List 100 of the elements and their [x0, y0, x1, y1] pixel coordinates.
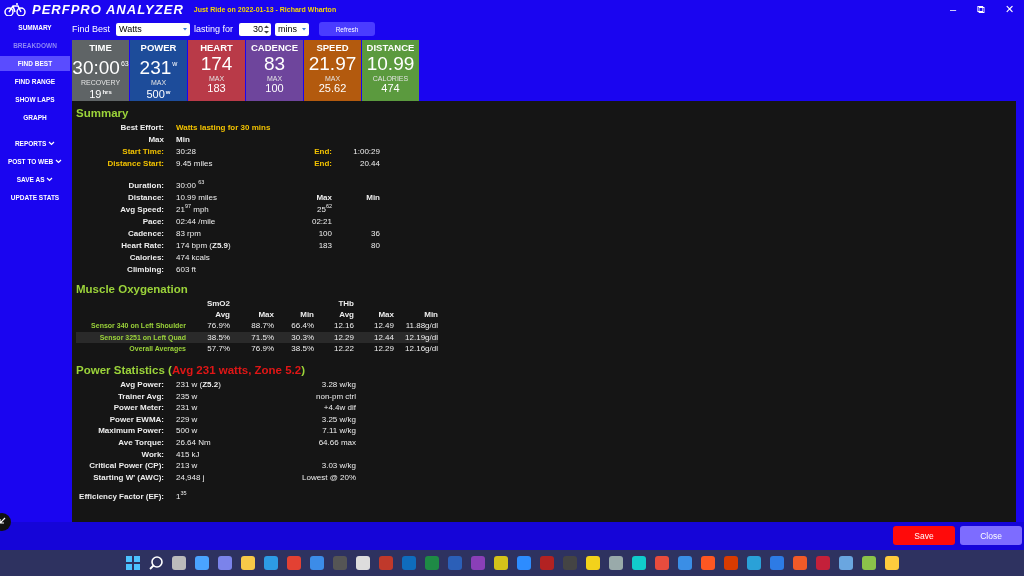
app-icon — [515, 555, 532, 571]
tile-value: 21.97 — [308, 53, 357, 74]
save-button[interactable]: Save — [893, 526, 955, 545]
row-value: Lowest @ 20% — [301, 471, 356, 484]
row-value: 25$^{62}$ — [315, 204, 332, 216]
section-title: Power Statistics (Avg 231 watts, Zone 5.2) — [76, 364, 307, 376]
column-header: Min — [365, 192, 380, 204]
row-label: Power EWMA: — [108, 413, 165, 426]
row-value: 415 kJ — [176, 448, 201, 461]
app-icon — [584, 555, 601, 571]
app-icon — [400, 555, 417, 571]
app-icon — [630, 555, 647, 571]
tile-title: CADENCE — [251, 42, 298, 53]
dropdown-caret-icon — [182, 26, 189, 32]
row-label: Climbing: — [126, 264, 165, 276]
row-value: 36 — [370, 228, 380, 240]
table-cell-text: 76.9% — [206, 320, 230, 332]
tile-sub-value: 474 — [381, 82, 400, 94]
tile-value: 231$^{w}$ — [139, 56, 178, 78]
row-value: 83 rpm — [176, 228, 202, 240]
tile-sub-value: 25.62 — [318, 82, 347, 94]
row-label: Avg Power: — [119, 379, 165, 391]
row-label: Best Effort: — [119, 122, 165, 134]
effort-description: Watts lasting for 30 mins — [176, 122, 272, 134]
app-icon — [745, 555, 762, 571]
table-cell: 12.29 — [314, 331, 354, 343]
row-value: +4.4w dif — [322, 402, 356, 414]
app-icon — [377, 555, 394, 571]
column-group-header: SmO2 — [205, 298, 230, 310]
table-cell: 71.5% — [230, 331, 274, 343]
app-icon — [423, 555, 440, 571]
row-label: Distance Start: — [106, 158, 165, 170]
app-icon — [308, 555, 325, 571]
table-cell-text: 12.29 — [372, 342, 394, 354]
row-value: 183 — [317, 240, 332, 252]
table-cell-text: 76.9% — [250, 342, 274, 354]
unit-dropdown[interactable]: mins — [275, 22, 310, 36]
row-value: 80 — [370, 240, 380, 252]
row-label: Starting W' (AWC): — [92, 471, 165, 484]
row-label: Power Meter: — [112, 402, 165, 414]
section-title: Muscle Oxygenation — [76, 283, 189, 295]
row-value: 26.64 Nm — [176, 437, 212, 449]
close-button[interactable]: ✕ — [998, 2, 1020, 16]
row-label: End: — [313, 158, 332, 170]
table-cell: 30.3% — [274, 331, 314, 343]
table-cell-text: 11.88g/dl — [404, 320, 438, 332]
duration-label: lasting for — [194, 24, 234, 34]
app-icon — [170, 555, 187, 571]
row-label: Calories: — [128, 252, 165, 264]
row-value: 9.45 miles — [176, 158, 214, 170]
row-label: End: — [313, 146, 332, 158]
row-value: 474 kcals — [176, 252, 211, 264]
start-icon — [124, 555, 141, 571]
row-value: 3.03 w/kg — [320, 460, 356, 472]
tile-title: SPEED — [316, 42, 349, 53]
row-value: 1$^{35}$ — [176, 491, 188, 503]
restore-button[interactable]: ⧉ — [970, 2, 992, 16]
app-icon — [814, 555, 831, 571]
tile-title: POWER — [140, 42, 177, 53]
table-cell-text: 38.5% — [290, 342, 314, 354]
row-value: 30:00 $^{63}$ — [176, 180, 206, 192]
tile-title: DISTANCE — [366, 42, 415, 53]
column-header: Max — [147, 134, 165, 146]
duration-field[interactable]: 30 — [239, 22, 272, 36]
app-icon — [768, 555, 785, 571]
column-header: Min — [299, 309, 314, 321]
tile-title: TIME — [89, 42, 112, 53]
app-icon — [285, 555, 302, 571]
column-header: Min — [423, 309, 438, 321]
row-label: Avg Speed: — [119, 204, 165, 216]
app-icon — [216, 555, 233, 571]
row-label: Efficiency Factor (EF): — [78, 491, 165, 503]
app-icon — [193, 555, 210, 571]
column-header: Avg — [214, 309, 230, 321]
close-button[interactable]: Close — [960, 526, 1022, 545]
app-icon — [331, 555, 348, 571]
column-header: Max — [315, 192, 332, 204]
minimize-button[interactable]: – — [942, 3, 964, 15]
app-icon — [883, 555, 900, 571]
metric-dropdown[interactable]: Watts — [116, 22, 191, 36]
table-cell-text: 66.4% — [290, 320, 314, 332]
row-value: 64.66 max — [317, 437, 356, 449]
row-value: 100 — [317, 228, 332, 240]
app-icon — [469, 555, 486, 571]
column-header: Max — [257, 309, 274, 321]
row-label: Work: — [140, 448, 165, 461]
row-value: 7.11 w/kg — [321, 425, 356, 437]
row-label: Heart Rate: — [120, 240, 165, 252]
table-cell-text: 12.49 — [372, 320, 394, 332]
section-title: Summary — [76, 107, 130, 119]
tile-sub-value: 500$^{w}$ — [146, 87, 171, 100]
find-best-label: Find Best — [72, 24, 111, 34]
row-value: 231 w — [176, 402, 199, 414]
row-value: 21$^{97}$ mph — [176, 204, 210, 216]
row-label: Cadence: — [127, 228, 165, 240]
column-header: Max — [377, 309, 394, 321]
app-icon — [676, 555, 693, 571]
table-cell: 38.5% — [186, 331, 230, 343]
bicycle-icon — [4, 2, 26, 16]
app-icon — [561, 555, 578, 571]
